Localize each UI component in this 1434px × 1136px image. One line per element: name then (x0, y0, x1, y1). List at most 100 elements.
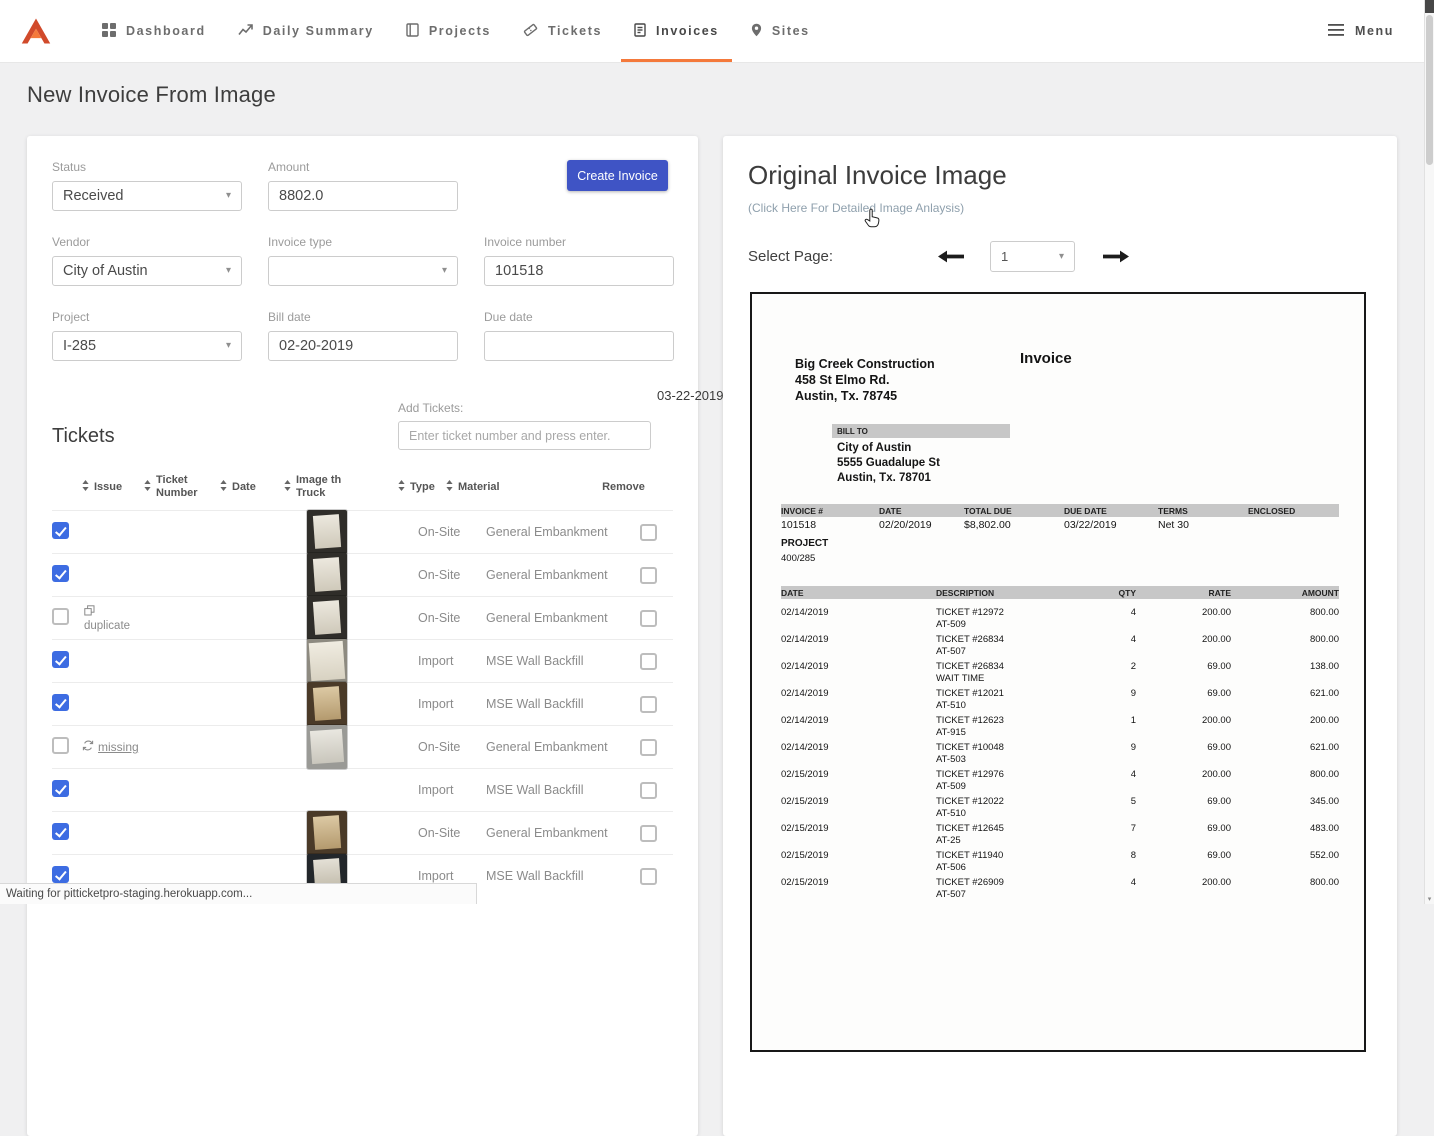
scrollbar-corner (1425, 0, 1434, 13)
status-select[interactable]: Received ▾ (52, 181, 242, 211)
ticket-checkbox[interactable] (52, 651, 69, 668)
col-header-date[interactable]: Date (220, 480, 284, 495)
ticket-checkbox[interactable] (52, 565, 69, 582)
remove-checkbox[interactable] (640, 782, 657, 799)
invoice-line-row: 02/15/2019TICKET #12645AT-25769.00483.00 (781, 823, 1339, 850)
amount-label: Amount (268, 160, 458, 174)
chevron-down-icon: ▾ (226, 341, 231, 351)
nav-label: Daily Summary (263, 24, 374, 38)
remove-checkbox[interactable] (640, 696, 657, 713)
create-invoice-button[interactable]: Create Invoice (567, 160, 668, 191)
nav-item-daily-summary[interactable]: Daily Summary (222, 0, 390, 62)
nav-label: Sites (772, 24, 810, 38)
invoice-meta-table: INVOICE # DATE TOTAL DUE DUE DATE TERMS … (781, 504, 1339, 531)
nav-label: Projects (429, 24, 491, 38)
sort-icon[interactable] (220, 480, 227, 495)
invoice-line-row: 02/15/2019TICKET #26909AT-5074200.00800.… (781, 877, 1339, 904)
top-navbar: Dashboard Daily Summary Projects Tickets… (0, 0, 1424, 63)
ticket-image-thumbnail[interactable] (307, 725, 347, 769)
invoice-type-label: Invoice type (268, 235, 458, 249)
map-pin-icon (751, 23, 762, 40)
ticket-checkbox[interactable] (52, 737, 69, 754)
bill-date-input[interactable] (268, 331, 458, 361)
remove-checkbox[interactable] (640, 524, 657, 541)
ticket-image-thumbnail[interactable] (307, 553, 347, 597)
invoice-type-select[interactable]: ▾ (268, 256, 458, 286)
ticket-type: Import (384, 869, 474, 883)
bill-date-label: Bill date (268, 310, 458, 324)
app-logo[interactable] (20, 17, 52, 45)
nav-item-projects[interactable]: Projects (390, 0, 507, 62)
amount-input[interactable] (268, 181, 458, 211)
ticket-material: MSE Wall Backfill (474, 783, 624, 797)
next-page-arrow[interactable] (1103, 249, 1129, 264)
sort-icon[interactable] (446, 480, 453, 495)
notebook-icon (406, 23, 419, 40)
col-header-issue[interactable]: Issue (82, 480, 144, 495)
invoice-line-row: 02/14/2019TICKET #26834AT-5074200.00800.… (781, 634, 1339, 661)
nav-item-invoices[interactable]: Invoices (618, 0, 735, 62)
project-select[interactable]: I-285 ▾ (52, 331, 242, 361)
vendor-select[interactable]: City of Austin ▾ (52, 256, 242, 286)
sort-icon[interactable] (82, 480, 89, 495)
add-tickets-block: Add Tickets: (398, 401, 651, 450)
scrollbar-down-arrow[interactable]: ▾ (1425, 895, 1434, 903)
sort-icon[interactable] (398, 480, 405, 495)
remove-checkbox[interactable] (640, 610, 657, 627)
invoice-image-card: Original Invoice Image (Click Here For D… (723, 136, 1397, 1136)
trend-chart-icon (238, 23, 253, 39)
remove-checkbox[interactable] (640, 653, 657, 670)
tickets-table-header: Issue Ticket Number Date Image th Truck … (52, 464, 673, 510)
add-ticket-input[interactable] (398, 421, 651, 450)
nav-label: Tickets (548, 24, 602, 38)
ticket-material: General Embankment (474, 525, 624, 539)
ticket-checkbox[interactable] (52, 694, 69, 711)
col-header-remove: Remove (574, 481, 673, 494)
ticket-checkbox[interactable] (52, 522, 69, 539)
ticket-material: General Embankment (474, 826, 624, 840)
sort-icon[interactable] (144, 480, 151, 495)
remove-checkbox[interactable] (640, 567, 657, 584)
nav-item-sites[interactable]: Sites (735, 0, 826, 62)
dashboard-grid-icon (102, 23, 116, 40)
ticket-issue: missing (82, 740, 144, 754)
menu-button[interactable]: Menu (1328, 24, 1394, 39)
remove-checkbox[interactable] (640, 868, 657, 885)
ticket-image-thumbnail[interactable] (307, 682, 347, 726)
invoice-company-block: Big Creek Construction 458 St Elmo Rd. A… (795, 356, 935, 404)
ticket-image-thumbnail[interactable] (307, 510, 347, 554)
nav-item-dashboard[interactable]: Dashboard (86, 0, 222, 62)
due-date-input[interactable] (484, 331, 674, 361)
ticket-material: MSE Wall Backfill (474, 654, 624, 668)
ticket-checkbox[interactable] (52, 780, 69, 797)
nav-item-tickets[interactable]: Tickets (507, 0, 618, 62)
scanned-invoice-image[interactable]: Big Creek Construction 458 St Elmo Rd. A… (750, 292, 1366, 1052)
scrollbar-thumb[interactable] (1426, 15, 1433, 165)
ticket-type: Import (384, 697, 474, 711)
duplicate-icon (84, 605, 95, 619)
ticket-row: duplicate On-Site General Embankment (52, 596, 673, 639)
detailed-analysis-link[interactable]: (Click Here For Detailed Image Anlaysis) (748, 201, 964, 215)
remove-checkbox[interactable] (640, 825, 657, 842)
col-header-ticket-number[interactable]: Ticket Number (144, 474, 220, 500)
ticket-checkbox[interactable] (52, 823, 69, 840)
page-scrollbar[interactable]: ▾ (1424, 0, 1434, 904)
remove-checkbox[interactable] (640, 739, 657, 756)
page-number-select[interactable]: 1 ▾ (990, 241, 1075, 272)
ticket-checkbox[interactable] (52, 866, 69, 883)
invoice-number-label: Invoice number (484, 235, 674, 249)
page-selector: Select Page: 1 ▾ (748, 241, 1372, 272)
vendor-value: City of Austin (63, 263, 148, 279)
invoice-line-row: 02/14/2019TICKET #26834WAIT TIME269.0013… (781, 661, 1339, 688)
missing-link[interactable]: missing (98, 740, 139, 754)
ticket-material: MSE Wall Backfill (474, 869, 624, 883)
ticket-type: On-Site (384, 568, 474, 582)
col-header-image[interactable]: Image th Truck (284, 474, 384, 500)
ticket-image-thumbnail[interactable] (307, 811, 347, 855)
sort-icon[interactable] (284, 480, 291, 495)
ticket-image-thumbnail[interactable] (307, 596, 347, 640)
ticket-image-thumbnail[interactable] (307, 639, 347, 683)
invoice-number-input[interactable] (484, 256, 674, 286)
previous-page-arrow[interactable] (938, 249, 964, 264)
ticket-checkbox[interactable] (52, 608, 69, 625)
